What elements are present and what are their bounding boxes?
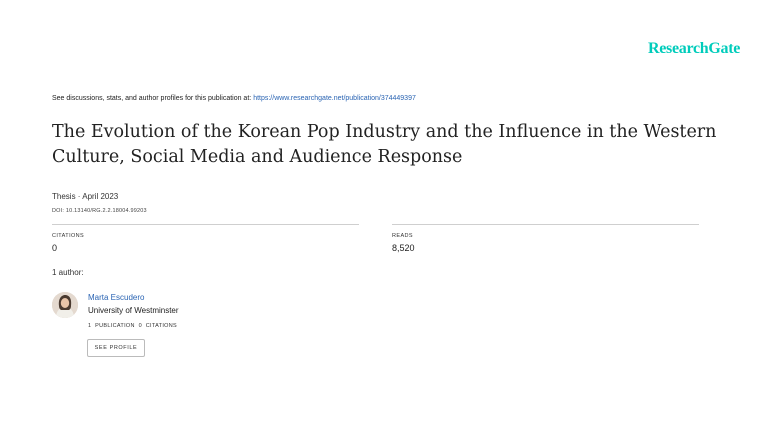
author-affiliation: University of Westminster <box>88 306 179 315</box>
source-text: See discussions, stats, and author profi… <box>52 95 252 102</box>
publication-title: The Evolution of the Korean Pop Industry… <box>52 122 717 167</box>
source-line: See discussions, stats, and author profi… <box>52 95 416 102</box>
publication-type-date: Thesis · April 2023 <box>52 192 119 201</box>
citations-value: 0 <box>52 243 58 253</box>
authors-header: 1 author: <box>52 268 84 277</box>
person-photo-icon <box>52 292 78 318</box>
divider-reads <box>392 224 699 225</box>
publication-doi: DOI: 10.13140/RG.2.2.18004.99203 <box>52 208 147 214</box>
author-name[interactable]: Marta Escudero <box>88 293 144 302</box>
divider-citations <box>52 224 359 225</box>
publication-link[interactable]: https://www.researchgate.net/publication… <box>253 95 416 102</box>
reads-label: READS <box>392 233 413 239</box>
author-stats: 1 PUBLICATION 0 CITATIONS <box>88 323 177 329</box>
citations-label: CITATIONS <box>52 233 85 239</box>
researchgate-logo[interactable]: ResearchGate <box>648 40 740 58</box>
author-avatar[interactable] <box>52 292 78 318</box>
see-profile-button[interactable]: SEE PROFILE <box>87 339 145 357</box>
reads-value: 8,520 <box>392 243 415 253</box>
